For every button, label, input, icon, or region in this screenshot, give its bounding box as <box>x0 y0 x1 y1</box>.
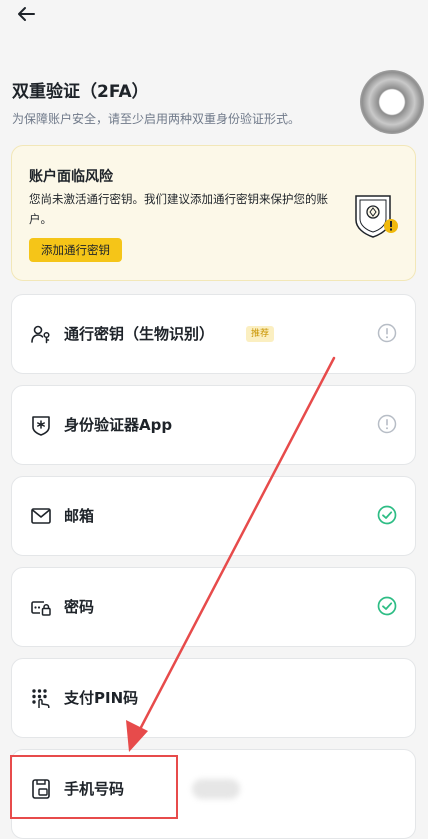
password-icon <box>31 601 51 616</box>
annotation-highlight-box <box>10 755 178 819</box>
method-card-authenticator[interactable]: 身份验证器App <box>11 385 416 465</box>
method-label: 支付PIN码 <box>64 689 139 707</box>
mail-icon <box>31 508 51 524</box>
method-card-password[interactable]: 密码 <box>11 567 416 647</box>
method-card-passkey[interactable]: 通行密钥（生物识别） 推荐 <box>11 294 416 374</box>
info-icon <box>377 414 397 434</box>
recommended-badge: 推荐 <box>246 326 275 342</box>
shield-warning-icon <box>355 195 398 238</box>
risk-banner: 账户面临风险 您尚未激活通行密钥。我们建议添加通行密钥来保护您的账户。 添加通行… <box>11 145 416 281</box>
method-card-email[interactable]: 邮箱 <box>11 476 416 556</box>
method-label: 通行密钥（生物识别） <box>64 325 215 343</box>
page-title: 双重验证（2FA） <box>12 82 149 102</box>
check-circle-icon <box>377 596 397 616</box>
info-icon <box>377 323 397 343</box>
redacted-phone-number <box>192 779 240 799</box>
risk-description: 您尚未激活通行密钥。我们建议添加通行密钥来保护您的账户。 <box>29 192 328 226</box>
authenticator-icon <box>32 416 50 436</box>
method-label: 身份验证器App <box>64 416 173 434</box>
back-button[interactable] <box>14 4 42 24</box>
check-circle-icon <box>377 505 397 525</box>
method-card-pin[interactable]: 支付PIN码 <box>11 658 416 738</box>
passkey-icon <box>31 325 50 344</box>
page-subtitle: 为保障账户安全，请至少启用两种双重身份验证形式。 <box>12 112 301 126</box>
arrow-left-icon <box>18 7 35 21</box>
risk-title: 账户面临风险 <box>29 169 113 185</box>
loading-spinner <box>360 70 424 134</box>
method-label: 密码 <box>64 598 95 616</box>
add-passkey-button[interactable]: 添加通行密钥 <box>29 238 122 262</box>
pin-icon <box>32 689 50 708</box>
method-label: 邮箱 <box>64 507 95 525</box>
